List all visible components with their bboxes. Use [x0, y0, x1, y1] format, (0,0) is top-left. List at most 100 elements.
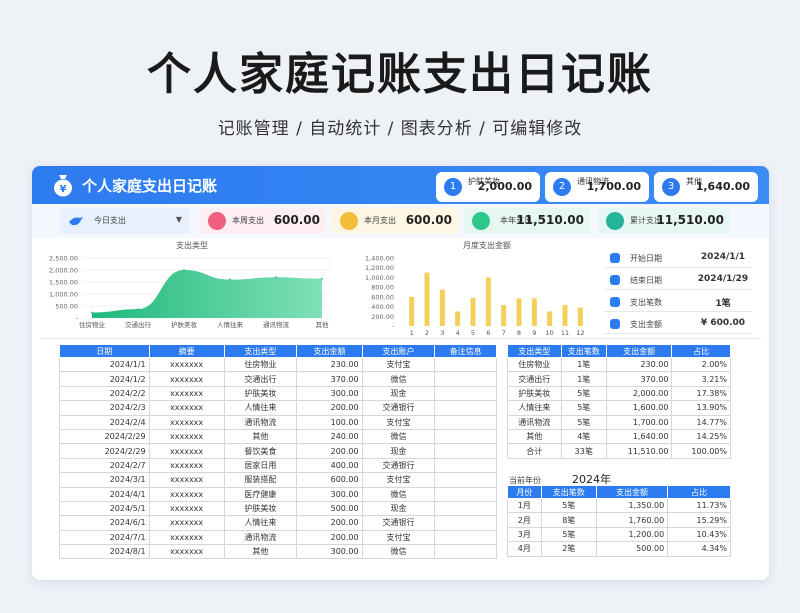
table-row[interactable]: 交通出行 1笔 370.00 3.21%	[507, 371, 731, 387]
area-point	[321, 277, 323, 280]
kpi-label: 本周支出	[232, 216, 264, 225]
y-tick-label: -	[392, 323, 395, 331]
table-row[interactable]: 2024/3/1 xxxxxxx 服装搭配 600.00 支付宝	[59, 472, 497, 488]
column-header: 占比	[671, 344, 731, 358]
table-row[interactable]: 4月 2笔 500.00 4.34%	[507, 541, 731, 557]
table-row[interactable]: 2024/1/2 xxxxxxx 交通出行 370.00 微信	[59, 371, 497, 387]
table-cell: 1,350.00	[595, 497, 669, 514]
table-row[interactable]: 护肤美妆 5笔 2,000.00 17.38%	[507, 385, 731, 402]
table-cell: 通讯物流	[507, 414, 562, 430]
table-row[interactable]: 2024/5/1 xxxxxxx 护肤美妆 500.00 现金	[59, 500, 497, 517]
x-tick-label: 10	[546, 329, 554, 337]
table-row[interactable]: 2024/2/4 xxxxxxx 通讯物流 100.00 支付宝	[59, 414, 497, 430]
x-tick-label: 5	[471, 329, 475, 337]
table-row[interactable]: 2024/2/29 xxxxxxx 餐饮美食 200.00 现金	[59, 443, 497, 459]
table-cell: 1笔	[560, 356, 607, 373]
table-cell: 服装搭配	[223, 472, 298, 488]
table-cell: xxxxxxx	[148, 400, 225, 416]
table-cell: 餐饮美食	[223, 443, 298, 459]
kpi-month: 本月支出 600.00	[332, 208, 458, 234]
x-tick-label: 其他	[316, 320, 330, 329]
table-cell: 300.00	[296, 385, 363, 402]
top-category-2: 2 通讯物流 1,700.00	[545, 172, 649, 202]
table-cell: 支付宝	[361, 529, 436, 546]
x-tick-label: 2	[425, 329, 429, 337]
table-cell: 1,600.00	[605, 400, 673, 416]
table-cell: xxxxxxx	[148, 529, 225, 546]
table-row[interactable]: 2024/7/1 xxxxxxx 通讯物流 200.00 支付宝	[59, 529, 497, 546]
table-cell: 通讯物流	[223, 529, 298, 546]
bar	[424, 272, 430, 326]
table-cell: 交通银行	[361, 515, 436, 531]
calendar-icon	[610, 253, 620, 263]
x-tick-label: 11	[561, 329, 569, 337]
table-cell: 1,640.00	[605, 428, 673, 445]
area-point	[137, 308, 139, 310]
area-point	[183, 269, 185, 271]
table-cell: xxxxxxx	[148, 385, 225, 402]
table-row[interactable]: 2024/2/2 xxxxxxx 护肤美妆 300.00 现金	[59, 385, 497, 402]
table-row[interactable]: 1月 5笔 1,350.00 11.73%	[507, 497, 731, 514]
table-cell: 11.73%	[667, 497, 731, 514]
money-bag-icon: ¥	[54, 175, 72, 197]
table-cell: 10.43%	[667, 526, 731, 543]
info-value: 2024/1/1	[700, 252, 746, 262]
table-row[interactable]: 人情往来 5笔 1,600.00 13.90%	[507, 400, 731, 416]
table-row[interactable]: 2024/2/3 xxxxxxx 人情往来 200.00 交通银行	[59, 400, 497, 416]
table-cell: 1月	[507, 497, 542, 514]
table-cell	[434, 385, 497, 402]
table-cell: 15.29%	[667, 512, 731, 528]
table-cell: 11,510.00	[605, 443, 673, 459]
bar	[455, 311, 461, 326]
table-cell: 合计	[507, 443, 562, 459]
category-value: 1,700.00	[586, 180, 641, 193]
table-cell: 2月	[507, 512, 542, 528]
table-cell: 交通出行	[507, 371, 562, 387]
table-row[interactable]: 2024/4/1 xxxxxxx 医疗健康 300.00 微信	[59, 486, 497, 502]
table-cell: 200.00	[296, 443, 363, 459]
info-label: 结束日期	[630, 276, 662, 285]
table-cell: 1,700.00	[605, 414, 673, 430]
column-header: 支出金额	[595, 485, 669, 499]
table-cell: 5笔	[560, 385, 607, 402]
table-row[interactable]: 合计 33笔 11,510.00 100.00%	[507, 443, 731, 459]
table-cell: 600.00	[296, 472, 363, 488]
period-dropdown[interactable]: 今日支出 ▼	[60, 208, 190, 234]
x-tick-label: 1	[410, 329, 414, 337]
table-row[interactable]: 2024/1/1 xxxxxxx 住房物业 230.00 支付宝	[59, 356, 497, 373]
table-cell: 护肤美妆	[223, 385, 298, 402]
table-row[interactable]: 2月 8笔 1,760.00 15.29%	[507, 512, 731, 528]
table-row[interactable]: 2024/2/29 xxxxxxx 其他 240.00 微信	[59, 428, 497, 445]
table-cell: 2024/1/1	[59, 356, 150, 373]
table-cell: 2024/2/29	[59, 428, 150, 445]
column-header: 支出账户	[361, 344, 436, 358]
table-row[interactable]: 3月 5笔 1,200.00 10.43%	[507, 526, 731, 543]
table-cell: 4月	[507, 541, 542, 557]
table-cell: 现金	[361, 500, 436, 517]
bar	[439, 289, 445, 326]
table-row[interactable]: 住房物业 1笔 230.00 2.00%	[507, 356, 731, 373]
table-row[interactable]: 2024/2/7 xxxxxxx 居家日用 400.00 交通银行	[59, 457, 497, 474]
rank-badge: 3	[662, 178, 680, 196]
money-icon	[610, 319, 620, 329]
table-row[interactable]: 2024/8/1 xxxxxxx 其他 300.00 微信	[59, 544, 497, 560]
table-cell: 人情往来	[223, 400, 298, 416]
table-row[interactable]: 通讯物流 5笔 1,700.00 14.77%	[507, 414, 731, 430]
table-cell: 护肤美妆	[507, 385, 562, 402]
table-row[interactable]: 其他 4笔 1,640.00 14.25%	[507, 428, 731, 445]
y-tick-label: 1,000.00	[365, 274, 394, 282]
table-cell	[434, 472, 497, 488]
table-cell: 2024/2/3	[59, 400, 150, 416]
table-cell: 2024/7/1	[59, 529, 150, 546]
table-cell	[434, 356, 497, 373]
table-cell: 支付宝	[361, 356, 436, 373]
wallet-icon	[472, 212, 490, 230]
table-cell: 支付宝	[361, 414, 436, 430]
table-row[interactable]: 2024/6/1 xxxxxxx 人情往来 200.00 交通银行	[59, 515, 497, 531]
table-cell: 300.00	[296, 486, 363, 502]
table-cell: 200.00	[296, 400, 363, 416]
table-cell: 2024/2/29	[59, 443, 150, 459]
area-point	[275, 276, 277, 278]
bar	[409, 296, 415, 326]
kpi-value: 600.00	[405, 213, 452, 227]
